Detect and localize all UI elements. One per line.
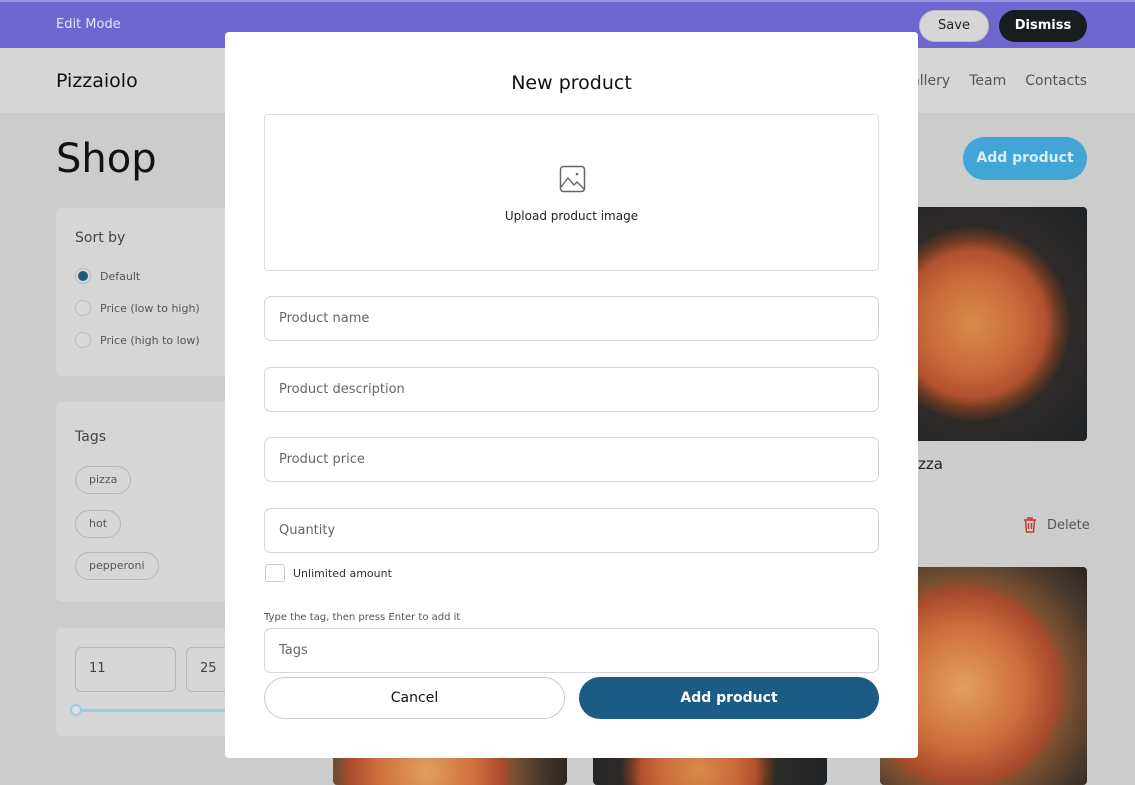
price-panel: 11 25 [56,628,246,736]
nav-team[interactable]: Team [969,73,1006,89]
modal-title: New product [511,72,632,94]
submit-add-product-button[interactable]: Add product [579,677,879,719]
cancel-button[interactable]: Cancel [264,677,565,719]
tags-panel: Tags pizza hot pepperoni [56,402,236,602]
trash-icon [1024,517,1036,533]
tag-chip[interactable]: pizza [75,466,132,494]
tags-input[interactable]: Tags [264,628,879,673]
radio-selected-icon [75,268,91,284]
radio-icon [75,332,91,348]
sort-price-asc[interactable]: Price (low to high) [75,300,200,316]
product-description-input[interactable]: Product description [264,367,879,412]
quantity-input[interactable]: Quantity [264,508,879,553]
product-image[interactable] [593,755,827,785]
slider-handle[interactable] [70,704,82,716]
tag-chip[interactable]: hot [75,510,122,538]
price-slider[interactable] [70,704,235,716]
radio-icon [75,300,91,316]
tags-hint: Type the tag, then press Enter to add it [264,612,461,623]
image-icon [559,165,586,193]
tag-chip[interactable]: pepperoni [75,552,159,580]
radio-label: Default [100,269,141,283]
product-name-input[interactable]: Product name [264,296,879,341]
page-title: Shop [56,136,157,182]
product-image[interactable] [333,755,567,785]
product-name: zza [918,455,943,473]
upload-image-area[interactable]: Upload product image [264,114,879,271]
sort-title: Sort by [75,230,126,246]
save-button[interactable]: Save [919,10,989,42]
sort-default[interactable]: Default [75,268,140,284]
add-product-button[interactable]: Add product [963,137,1087,180]
edit-mode-label: Edit Mode [56,17,121,32]
upload-label: Upload product image [504,209,639,223]
checkbox-label: Unlimited amount [293,566,392,580]
dismiss-button[interactable]: Dismiss [999,10,1087,42]
product-price-input[interactable]: Product price [264,437,879,482]
tags-title: Tags [75,429,106,445]
delete-label: Delete [1047,517,1090,533]
sort-panel: Sort by Default Price (low to high) Pric… [56,208,236,376]
unlimited-checkbox[interactable]: Unlimited amount [265,564,392,582]
price-min-input[interactable]: 11 [75,647,176,692]
radio-label: Price (low to high) [100,301,200,315]
delete-button[interactable]: Delete [1021,516,1090,534]
logo[interactable]: Pizzaiolo [56,70,138,92]
nav-contacts[interactable]: Contacts [1025,73,1087,89]
checkbox-icon[interactable] [265,564,285,582]
radio-label: Price (high to low) [100,333,200,347]
new-product-modal: New product Upload product image Product… [225,32,918,758]
sort-price-desc[interactable]: Price (high to low) [75,332,200,348]
